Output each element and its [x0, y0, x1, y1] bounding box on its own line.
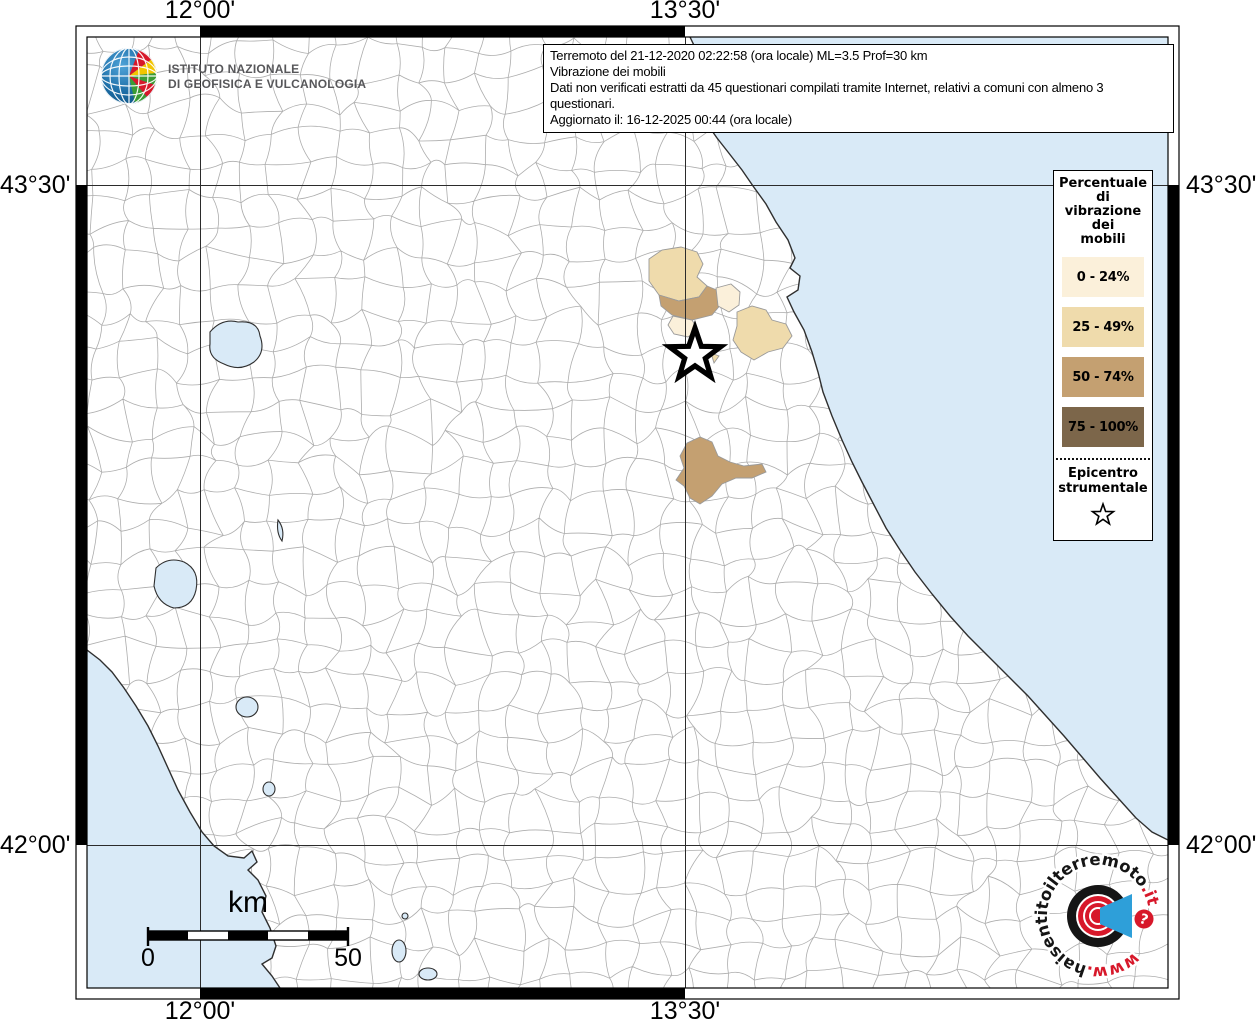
info-line-source: Dati non verificati estratti da 45 quest…	[550, 80, 1167, 112]
legend-title-line: mobili	[1054, 233, 1152, 247]
scale-seg-5	[308, 931, 348, 940]
haisentitoilterremoto-logo: ? www.haisentitoilterremoto.it www.haise…	[1028, 846, 1168, 986]
frame-segment-left	[76, 185, 87, 845]
ingv-globe-icon	[99, 45, 165, 111]
info-line-updated: Aggiornato il: 16-12-2025 00:44 (ora loc…	[550, 112, 1167, 128]
bullseye-icon	[1067, 885, 1132, 947]
frame-segment-right	[1168, 185, 1179, 845]
legend-epicenter-line: strumentale	[1054, 481, 1152, 496]
scale-seg-1	[148, 931, 188, 940]
ingv-name-line2: DI GEOFISICA E VULCANOLOGIA	[168, 77, 366, 92]
frame-segment-bottom	[200, 988, 685, 999]
label-parallel-right-4200: 42°00'	[1186, 832, 1256, 858]
scale-start-label: 0	[141, 944, 155, 973]
lake-albano	[263, 782, 275, 796]
lake-bracciano	[236, 697, 258, 717]
epicenter-star-icon	[1089, 500, 1117, 528]
frame-segment-top	[200, 26, 685, 37]
label-meridian-bottom-12: 12°00'	[165, 998, 235, 1024]
municipality-region-north-west	[649, 247, 707, 301]
lake-small-2	[419, 968, 437, 980]
watermark-svg: ? www.haisentitoilterremoto.it www.haise…	[1028, 846, 1168, 986]
legend-title-line: Percentuale	[1054, 177, 1152, 191]
earthquake-info-box: Terremoto del 21-12-2020 02:22:58 (ora l…	[543, 44, 1174, 133]
label-meridian-top-1330: 13°30'	[650, 0, 720, 23]
legend-swatch-75-100: 75 - 100%	[1062, 407, 1144, 447]
question-badge: ?	[1132, 907, 1156, 931]
legend-divider	[1056, 458, 1150, 460]
lake-small-1	[392, 940, 406, 962]
label-meridian-bottom-1330: 13°30'	[650, 998, 720, 1024]
legend-title-line: di	[1054, 191, 1152, 205]
info-line-event: Terremoto del 21-12-2020 02:22:58 (ora l…	[550, 48, 1167, 64]
label-meridian-top-12: 12°00'	[165, 0, 235, 23]
legend: Percentuale di vibrazione dei mobili 0 -…	[1053, 170, 1153, 541]
label-parallel-left-4200: 42°00'	[0, 832, 70, 858]
scale-end-label: 50	[334, 944, 362, 973]
ingv-name-line1: ISTITUTO NAZIONALE	[168, 62, 366, 77]
legend-swatch-25-49: 25 - 49%	[1062, 307, 1144, 347]
info-line-type: Vibrazione dei mobili	[550, 64, 1167, 80]
legend-swatch-0-24: 0 - 24%	[1062, 257, 1144, 297]
lake-small-3	[402, 913, 408, 919]
legend-swatch-50-74: 50 - 74%	[1062, 357, 1144, 397]
label-parallel-left-4330: 43°30'	[0, 172, 70, 198]
earthquake-map-page: 12°00' 13°30' 12°00' 13°30' 43°30' 42°00…	[0, 0, 1256, 1024]
lake-trasimeno	[210, 321, 262, 367]
legend-epicenter-line: Epicentro	[1054, 466, 1152, 481]
legend-star-holder	[1054, 500, 1152, 532]
ingv-name: ISTITUTO NAZIONALE DI GEOFISICA E VULCAN…	[168, 62, 366, 92]
legend-title-line: dei	[1054, 219, 1152, 233]
scale-unit-label: km	[228, 886, 268, 920]
legend-title-line: vibrazione	[1054, 205, 1152, 219]
ingv-logo: ISTITUTO NAZIONALE DI GEOFISICA E VULCAN…	[99, 45, 329, 111]
scale-seg-3	[228, 931, 268, 940]
label-parallel-right-4330: 43°30'	[1186, 172, 1256, 198]
